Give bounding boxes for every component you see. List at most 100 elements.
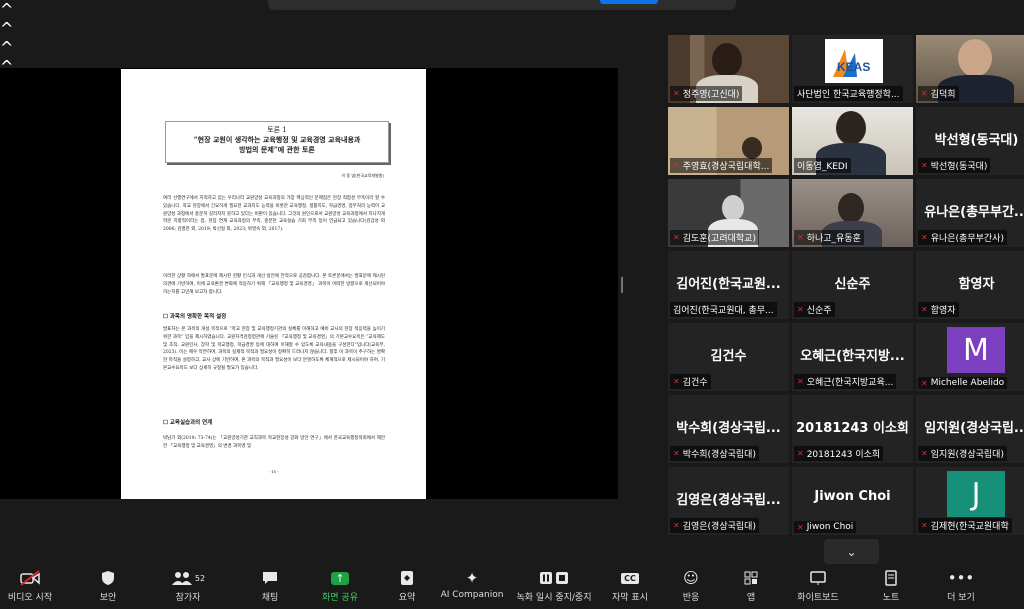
participant-tile-active-speaker[interactable]: 이동엽_KEDI — [792, 107, 913, 175]
participant-display-name: 박선형(동국대) — [934, 133, 1019, 148]
participants-label: 참가자 — [175, 593, 201, 603]
participant-tile[interactable]: 20181243 이소희 ✕ 20181243 이소희 — [792, 395, 913, 463]
mic-muted-icon: ✕ — [921, 521, 928, 530]
participant-name: 김건수 — [682, 378, 708, 388]
document-heading: 토론 1 — [267, 126, 287, 134]
participant-tile[interactable]: ✕ 정주영(고신대) — [668, 35, 789, 103]
sparkle-icon: ✦ — [465, 569, 479, 587]
participants-icon: 52 — [171, 566, 205, 590]
participant-label: ✕ Michelle Abelido — [918, 377, 1008, 389]
apps-button[interactable]: 앱 — [740, 566, 762, 609]
participant-display-name: 김영은(경상국립... — [676, 493, 781, 508]
mic-muted-icon: ✕ — [673, 233, 680, 242]
mic-muted-icon: ✕ — [673, 521, 680, 530]
document-title-line2: 방법의 문제”에 관한 토론 — [239, 145, 315, 154]
chat-button[interactable]: 채팅 — [256, 566, 284, 609]
participant-tile[interactable]: ✕ 주영효(경상국립대학... — [668, 107, 789, 175]
mic-muted-icon: ✕ — [673, 377, 680, 386]
ai-companion-button[interactable]: ✦ AI Companion — [440, 566, 504, 609]
participant-head — [722, 195, 744, 221]
smiley-icon: ☺ — [683, 569, 699, 587]
shared-document-page: 토론 1 “현장 교원이 생각하는 교육행정 및 교육경영 교육내용과 방법의 … — [121, 69, 426, 499]
share-screen-button[interactable]: ↑ 화면 공유 — [318, 566, 362, 609]
participant-tile[interactable]: ✕ 김덕희 — [916, 35, 1024, 103]
mic-muted-icon: ✕ — [797, 377, 804, 386]
more-button[interactable]: ••• 더 보기 — [944, 566, 978, 609]
participant-head — [836, 111, 866, 145]
participant-head — [838, 193, 864, 223]
participant-name: 신순주 — [806, 306, 832, 316]
participant-head — [958, 39, 992, 77]
participant-name: 박수희(경상국립대) — [682, 450, 756, 460]
participant-tile[interactable]: 임지원(경상국립... ✕ 임지원(경상국립대) — [916, 395, 1024, 463]
participant-display-name: 신순주 — [834, 277, 871, 292]
participant-tile[interactable]: KEAS 사단법인 한국교육행정학... — [792, 35, 913, 103]
notes-icon — [885, 566, 897, 590]
keas-logo-icon: KEAS — [833, 49, 870, 77]
document-paragraph-4: 박남기 외(2019: 73-74)는 「교원양성기관 교직과목 학교현장성 강… — [163, 436, 385, 449]
captions-button[interactable]: CC 자막 표시 — [610, 566, 650, 609]
reactions-button[interactable]: ☺ 반응 — [678, 566, 704, 609]
mic-muted-icon: ✕ — [921, 378, 928, 388]
summary-button[interactable]: 요약 — [394, 566, 420, 609]
participant-display-name: 유나은(총무부간... — [924, 205, 1024, 220]
participant-tile[interactable]: M ✕ Michelle Abelido — [916, 323, 1024, 391]
share-screen-icon: ↑ — [331, 566, 349, 590]
logo-text: KEAS — [837, 60, 870, 74]
chat-icon — [262, 566, 278, 590]
meeting-top-bar — [268, 0, 736, 10]
participant-name: 20181243 이소희 — [806, 450, 881, 460]
top-bar-button[interactable] — [600, 0, 658, 4]
mic-muted-icon: ✕ — [797, 305, 804, 314]
participant-tile[interactable]: 박수희(경상국립... ✕ 박수희(경상국립대) — [668, 395, 789, 463]
whiteboard-button[interactable]: 화이트보드 — [794, 566, 842, 609]
mic-muted-icon: ✕ — [797, 233, 804, 242]
participant-display-name: Jiwon Choi — [814, 489, 891, 504]
reactions-label: 반응 — [682, 593, 700, 603]
captions-label: 자막 표시 — [612, 593, 648, 603]
participant-label: ✕ 김덕희 — [918, 86, 959, 101]
participant-label: ✕ 함영자 — [918, 302, 959, 317]
participant-name: 김덕희 — [930, 90, 956, 100]
participant-tile[interactable]: ✕ 김도훈(고려대학교) — [668, 179, 789, 247]
participant-tile[interactable]: 신순주 ✕ 신순주 — [792, 251, 913, 319]
security-button[interactable]: 보안 — [94, 566, 122, 609]
panel-resize-handle[interactable] — [621, 277, 623, 293]
participant-name: 김제현(한국교원대학 — [930, 522, 1009, 532]
document-section-1: ☐ 과목의 명확한 목적 설정 — [163, 314, 227, 320]
participant-tile[interactable]: 유나은(총무부간... ✕ 유나은(총무부간사) — [916, 179, 1024, 247]
shield-icon — [101, 566, 115, 590]
recording-pause-stop-button[interactable]: 녹화 일시 중지/중지 — [512, 566, 596, 609]
participant-label: ✕ 하나고_유동훈 — [794, 230, 864, 245]
participant-display-name: 김건수 — [710, 349, 747, 364]
participant-tile[interactable]: J ✕ 김제현(한국교원대학 — [916, 467, 1024, 535]
participant-label: ✕ 김영은(경상국립대) — [670, 518, 759, 533]
participant-name: 김영은(경상국립대) — [682, 522, 756, 532]
participant-name: 박선형(동국대) — [930, 162, 988, 172]
participant-tile[interactable]: 박선형(동국대) ✕ 박선형(동국대) — [916, 107, 1024, 175]
participant-tile[interactable]: 함영자 ✕ 함영자 — [916, 251, 1024, 319]
participant-label: ✕ 주영효(경상국립대학... — [670, 158, 773, 173]
video-off-icon — [19, 566, 41, 590]
participant-tile[interactable]: 오혜근(한국지방... ✕ 오혜근(한국지방교육... — [792, 323, 913, 391]
participant-tile[interactable]: 김어진(한국교원... 김어진(한국교원대, 총무... — [668, 251, 789, 319]
participant-name: 하나고_유동훈 — [806, 234, 861, 244]
participant-tile[interactable]: 김영은(경상국립... ✕ 김영은(경상국립대) — [668, 467, 789, 535]
more-label: 더 보기 — [947, 593, 975, 603]
mic-muted-icon: ✕ — [797, 449, 804, 458]
participant-tile[interactable]: 김건수 ✕ 김건수 — [668, 323, 789, 391]
participants-button[interactable]: 52 참가자 — [168, 566, 208, 609]
participant-tile[interactable]: Jiwon Choi ✕ Jiwon Choi — [792, 467, 913, 535]
participant-tile[interactable]: ✕ 하나고_유동훈 — [792, 179, 913, 247]
participant-name: 유나은(총무부간사) — [930, 234, 1004, 244]
video-start-button[interactable]: 비디오 시작 — [4, 566, 56, 609]
participant-name: Jiwon Choi — [806, 522, 854, 532]
participant-name: 함영자 — [930, 306, 956, 316]
whiteboard-icon — [810, 566, 826, 590]
organization-logo: KEAS — [825, 39, 883, 83]
pause-stop-icon — [539, 566, 569, 590]
mic-muted-icon: ✕ — [673, 89, 680, 98]
video-start-label: 비디오 시작 — [7, 593, 53, 603]
notes-button[interactable]: 노트 — [880, 566, 902, 609]
more-participants-button[interactable]: ⌄ — [824, 539, 879, 564]
